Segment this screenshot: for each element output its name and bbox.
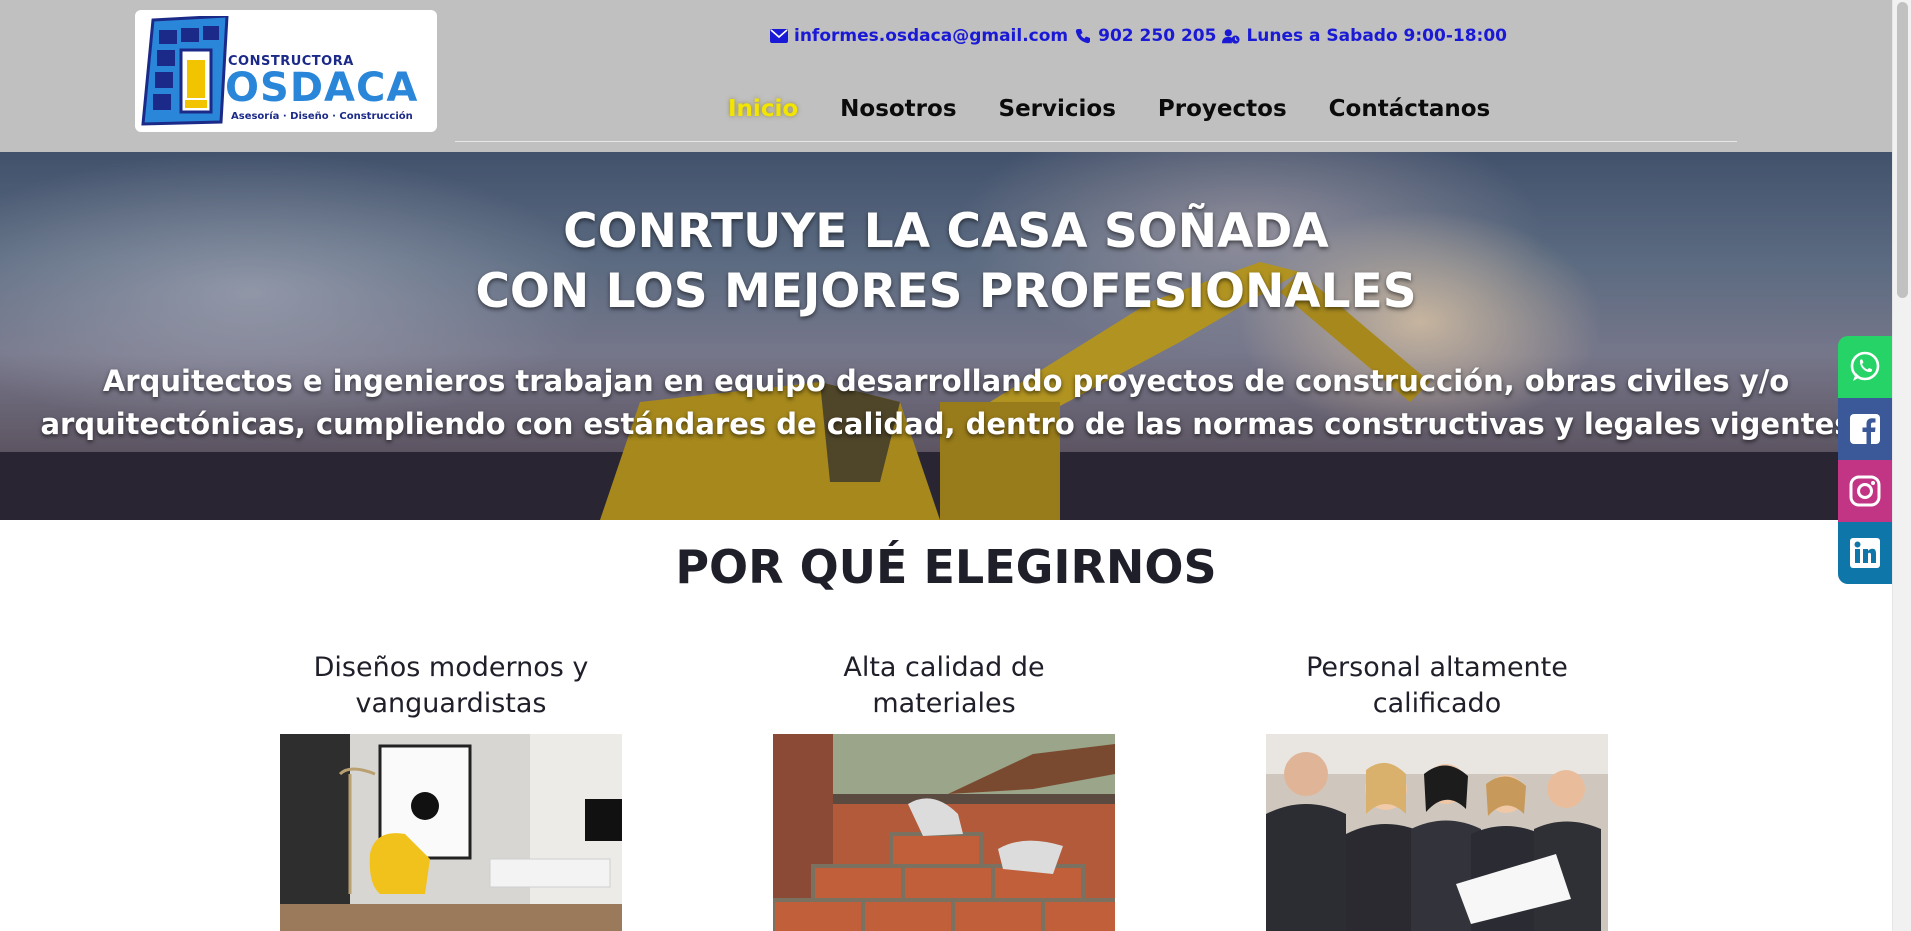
feature-title-line1: Personal altamente — [1306, 652, 1568, 683]
scrollbar-thumb[interactable] — [1897, 2, 1908, 298]
site-header: CONSTRUCTORA OSDACA Asesoría · Diseño · … — [0, 0, 1892, 152]
whatsapp-icon — [1850, 351, 1880, 381]
brick-laying-image — [773, 734, 1115, 931]
why-section-title: POR QUÉ ELEGIRNOS — [675, 540, 1217, 594]
hero-text-line2: arquitectónicas, cumpliendo con estándar… — [40, 407, 1852, 441]
feature-title-line1: Alta calidad de — [843, 652, 1045, 683]
hero-title-line2: CON LOS MEJORES PROFESIONALES — [475, 264, 1417, 319]
hero-text-line1: Arquitectos e ingenieros trabajan en equ… — [102, 364, 1790, 398]
team-illustration — [1266, 752, 1601, 931]
feature-title-line2: calificado — [1372, 688, 1502, 719]
chair-illustration — [280, 744, 622, 931]
brand-tagline: Asesoría · Diseño · Construcción — [231, 111, 413, 122]
hero-title-line1: CONRTUYE LA CASA SOÑADA — [563, 204, 1329, 259]
instagram-icon — [1849, 475, 1881, 507]
brand-logo[interactable]: CONSTRUCTORA OSDACA Asesoría · Diseño · … — [135, 10, 437, 132]
instagram-button[interactable] — [1838, 460, 1892, 522]
feature-title: Diseños modernos y vanguardistas — [280, 650, 622, 728]
brand-name: OSDACA — [225, 65, 419, 111]
facebook-icon — [1850, 414, 1880, 445]
contact-hours: Lunes a Sabado 9:00-18:00 — [1246, 26, 1508, 46]
hero-description: Arquitectos e ingenieros trabajan en equ… — [30, 360, 1862, 446]
feature-card-design: Diseños modernos y vanguardistas — [280, 650, 622, 931]
feature-title-line1: Diseños modernos y — [313, 652, 589, 683]
professional-team-image — [1266, 734, 1608, 931]
phone-icon — [1076, 29, 1091, 44]
feature-title: Alta calidad de materiales — [773, 650, 1115, 728]
page-scrollbar[interactable] — [1892, 0, 1911, 931]
nav-item-proyectos[interactable]: Proyectos — [1158, 96, 1287, 122]
feature-title-line2: materiales — [872, 688, 1016, 719]
nav-item-contactanos[interactable]: Contáctanos — [1329, 96, 1491, 122]
feature-title-line2: vanguardistas — [355, 688, 547, 719]
feature-card-staff: Personal altamente calificado — [1266, 650, 1608, 931]
facebook-button[interactable] — [1838, 398, 1892, 460]
bricks-illustration — [773, 734, 1115, 931]
user-clock-icon — [1222, 29, 1240, 44]
envelope-icon — [770, 29, 788, 43]
main-nav: Inicio Nosotros Servicios Proyectos Cont… — [728, 96, 1490, 122]
contact-phone[interactable]: 902 250 205 — [1098, 26, 1216, 46]
feature-title: Personal altamente calificado — [1266, 650, 1608, 728]
whatsapp-button[interactable] — [1838, 336, 1892, 398]
nav-item-nosotros[interactable]: Nosotros — [840, 96, 956, 122]
hero-banner: CONRTUYE LA CASA SOÑADA CON LOS MEJORES … — [0, 152, 1892, 520]
nav-divider — [455, 141, 1737, 142]
feature-card-materials: Alta calidad de materiales — [773, 650, 1115, 931]
modern-interior-image — [280, 734, 622, 931]
nav-item-inicio[interactable]: Inicio — [728, 96, 798, 122]
contact-email[interactable]: informes.osdaca@gmail.com — [794, 26, 1068, 46]
hero-title: CONRTUYE LA CASA SOÑADA CON LOS MEJORES … — [0, 202, 1892, 322]
nav-item-servicios[interactable]: Servicios — [999, 96, 1116, 122]
contact-bar: informes.osdaca@gmail.com 902 250 205 Lu… — [770, 26, 1507, 46]
building-logo-icon — [141, 16, 229, 126]
